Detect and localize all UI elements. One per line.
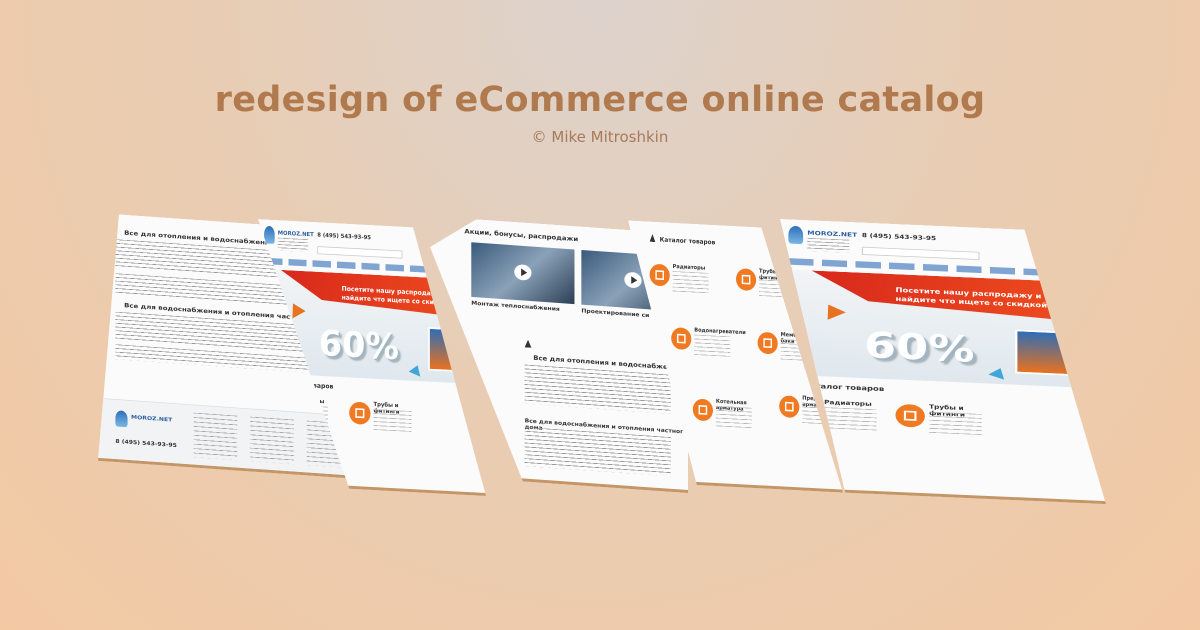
category-links — [716, 406, 752, 428]
valve-icon — [693, 398, 713, 421]
decor-triangle — [988, 366, 1008, 380]
footer-phone: 8 (495) 543-93-95 — [115, 438, 177, 449]
category-item[interactable]: Трубы и фитинги — [896, 401, 991, 442]
category-item[interactable]: Трубы и фитинги — [736, 265, 801, 304]
category-links — [759, 276, 795, 298]
logo-icon — [264, 226, 275, 244]
text-icon — [525, 340, 532, 348]
category-links — [929, 412, 982, 435]
play-icon[interactable] — [514, 264, 531, 281]
banner-discount: 60% — [864, 324, 975, 371]
promo-card[interactable] — [1015, 330, 1084, 377]
footer-links-column — [250, 417, 294, 464]
pipe-icon — [896, 404, 925, 428]
water-heater-icon — [671, 327, 691, 350]
header-phone: 8 (495) 543-93-95 — [861, 232, 937, 242]
text-paragraph — [525, 365, 671, 414]
header-phone: 8 (495) 543-93-95 — [317, 231, 371, 241]
video-caption: Проектирование си — [581, 307, 650, 319]
logo-text: MOROZ.NET — [277, 229, 314, 238]
promos-heading: Акции, бонусы, распродажи — [464, 227, 579, 243]
category-item[interactable]: Водонагреватели — [671, 324, 736, 363]
tank-icon — [758, 332, 778, 355]
decor-triangle — [819, 301, 846, 320]
site-logo: MOROZ.NET — [264, 226, 310, 257]
promo-banner[interactable]: Посетите нашу распродажу и найдите что и… — [780, 269, 1095, 388]
pipe-icon — [736, 268, 756, 291]
logo-text: MOROZ.NET — [807, 229, 858, 239]
site-logo: MOROZ.NET — [788, 226, 851, 258]
mockup-scene: Все для отопления и водоснабжения Все дл… — [0, 0, 1200, 630]
category-item[interactable]: Трубы и фитинги — [349, 398, 417, 438]
cart-icon[interactable] — [1068, 240, 1087, 252]
category-item[interactable]: Радиаторы — [650, 260, 715, 299]
footer-links-column — [194, 413, 238, 460]
pipe-icon — [349, 401, 370, 425]
decor-triangle — [409, 363, 424, 377]
category-links — [694, 335, 730, 357]
logo-icon — [115, 410, 127, 427]
play-icon[interactable] — [624, 272, 641, 289]
catalog-heading: Каталог товаров — [803, 381, 885, 393]
catalog-heading: Каталог товаров — [659, 236, 716, 246]
logo-tagline — [278, 238, 308, 252]
site-footer: MOROZ.NET 8 (495) 543-93-95 — [98, 398, 359, 476]
search-input[interactable] — [317, 246, 402, 258]
catalog-icon — [650, 234, 656, 242]
search-input[interactable] — [862, 247, 980, 260]
logo-text: MOROZ.NET — [131, 414, 173, 424]
safety-valve-icon — [779, 395, 799, 418]
category-links — [374, 409, 412, 432]
category-links — [824, 407, 877, 430]
logo-icon — [788, 226, 803, 244]
video-thumbnail[interactable] — [471, 242, 574, 304]
category-name: Радиаторы — [672, 263, 706, 272]
category-name: Радиаторы — [824, 399, 872, 408]
footer-logo: MOROZ.NET — [115, 410, 167, 440]
category-links — [673, 271, 709, 293]
category-item[interactable]: Котельная арматура — [693, 395, 758, 434]
logo-tagline — [807, 238, 849, 253]
radiator-icon — [650, 264, 670, 287]
banner-discount: 60% — [318, 323, 399, 369]
